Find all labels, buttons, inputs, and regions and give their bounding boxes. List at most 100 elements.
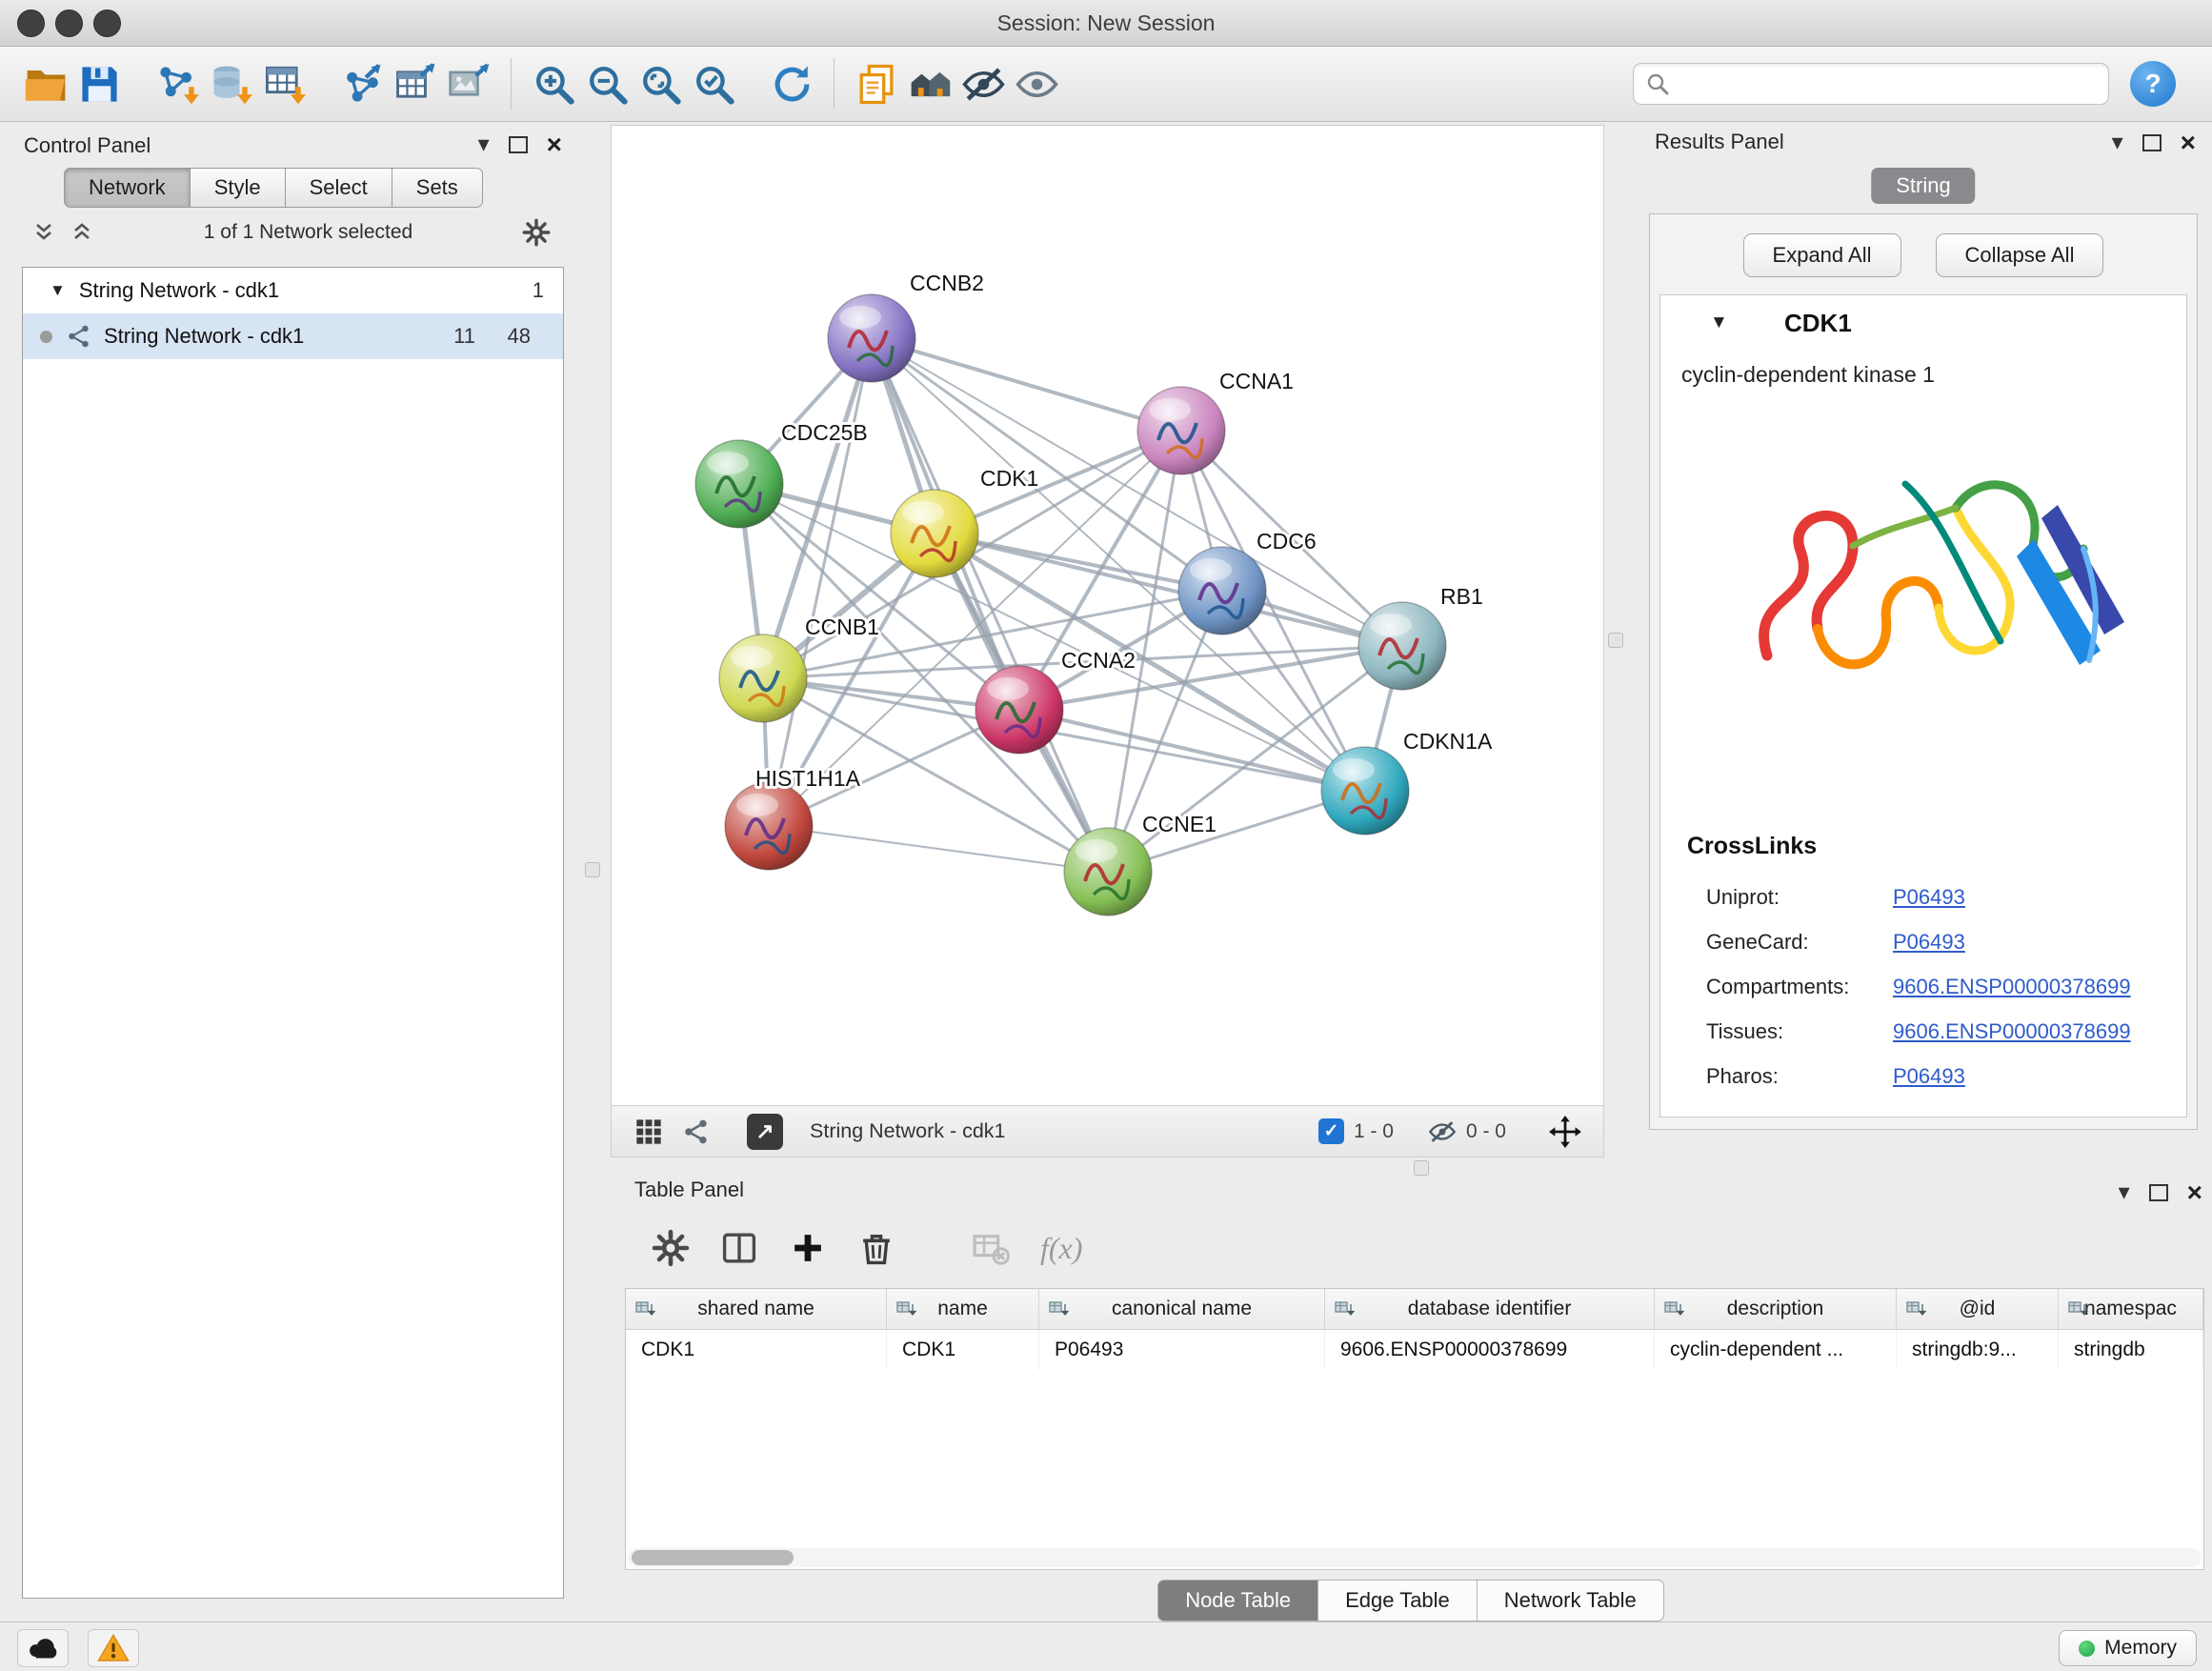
grid-view-icon[interactable] — [634, 1117, 663, 1146]
control-panel: Control Panel ▾ × Network Style Select S… — [14, 128, 572, 1602]
column-header-canonical-name[interactable]: canonical name — [1039, 1289, 1325, 1329]
tab-select[interactable]: Select — [286, 168, 392, 208]
cell-canonical-name[interactable]: P06493 — [1039, 1330, 1325, 1370]
export-image-button[interactable] — [442, 56, 495, 111]
tab-style[interactable]: Style — [191, 168, 286, 208]
refresh-view-button[interactable] — [765, 56, 818, 111]
panel-float-icon[interactable] — [2149, 1184, 2168, 1201]
import-network-file-button[interactable] — [151, 56, 204, 111]
results-panel-title: Results Panel — [1655, 130, 1784, 154]
crosslink-link[interactable]: 9606.ENSP00000378699 — [1893, 975, 2131, 999]
panel-close-icon[interactable]: × — [2187, 1179, 2202, 1206]
detach-view-button[interactable]: ↗ — [747, 1114, 783, 1150]
tab-network-table[interactable]: Network Table — [1478, 1580, 1664, 1621]
gear-icon[interactable] — [522, 218, 551, 247]
export-network-button[interactable] — [335, 56, 389, 111]
warnings-button[interactable] — [88, 1629, 139, 1667]
tab-string[interactable]: String — [1871, 168, 1975, 204]
network-node-CDKN1A[interactable]: CDKN1A — [1321, 729, 1493, 835]
pan-crosshair-icon[interactable] — [1548, 1115, 1582, 1149]
crosslink-link[interactable]: 9606.ENSP00000378699 — [1893, 1019, 2131, 1044]
tab-network[interactable]: Network — [64, 168, 191, 208]
crosslink-link[interactable]: P06493 — [1893, 930, 1965, 955]
cell-name[interactable]: CDK1 — [887, 1330, 1039, 1370]
panel-close-icon[interactable]: × — [2181, 130, 2196, 156]
network-node-HIST1H1A[interactable]: HIST1H1A — [725, 766, 861, 870]
first-neighbors-button[interactable] — [903, 56, 956, 111]
expand-all-button[interactable]: Expand All — [1743, 233, 1901, 277]
application-window: Session: New Session — [0, 0, 2212, 1671]
import-table-button[interactable] — [257, 56, 311, 111]
column-header-id[interactable]: @id — [1897, 1289, 2059, 1329]
column-header-namespace[interactable]: namespac — [2059, 1289, 2203, 1329]
network-canvas-area[interactable]: CCNB2CCNA1CDC25BCDK1CDC6RB1CCNB1CCNA2CDK… — [612, 126, 1603, 1105]
crosslink-row: Tissues: 9606.ENSP00000378699 — [1706, 1009, 2163, 1054]
network-node-CDK1[interactable]: CDK1 — [891, 466, 1038, 577]
show-all-button[interactable] — [1010, 56, 1063, 111]
help-button[interactable]: ? — [2130, 61, 2176, 107]
duplicate-network-button[interactable] — [850, 56, 903, 111]
network-row[interactable]: String Network - cdk1 11 48 — [23, 313, 563, 359]
network-node-CCNB1[interactable]: CCNB1 — [719, 614, 879, 722]
search-input[interactable] — [1678, 71, 2097, 96]
cell-id[interactable]: stringdb:9... — [1897, 1330, 2059, 1370]
open-session-button[interactable] — [19, 56, 72, 111]
network-edges[interactable] — [739, 338, 1402, 872]
network-node-CCNA1[interactable]: CCNA1 — [1137, 369, 1294, 474]
node-label-CDC25B: CDC25B — [781, 420, 868, 445]
cell-description[interactable]: cyclin-dependent ... — [1655, 1330, 1897, 1370]
save-session-button[interactable] — [72, 56, 126, 111]
zoom-in-button[interactable] — [527, 56, 580, 111]
network-node-RB1[interactable]: RB1 — [1358, 584, 1483, 690]
panel-close-icon[interactable]: × — [547, 131, 562, 158]
collapse-all-icon[interactable] — [31, 220, 56, 245]
zoom-selected-button[interactable] — [687, 56, 740, 111]
crosslink-link[interactable]: P06493 — [1893, 885, 1965, 910]
selected-nodes-checkbox[interactable]: ✓ — [1318, 1118, 1344, 1144]
export-table-button[interactable] — [389, 56, 442, 111]
right-splitter-handle[interactable] — [1608, 633, 1623, 648]
expand-all-icon[interactable] — [70, 220, 94, 245]
column-header-shared-name[interactable]: shared name — [626, 1289, 887, 1329]
panel-menu-icon[interactable]: ▾ — [2112, 131, 2123, 154]
table-row[interactable]: CDK1 CDK1 P06493 9606.ENSP00000378699 cy… — [626, 1330, 2203, 1370]
memory-button[interactable]: Memory — [2059, 1630, 2197, 1666]
crosslink-link[interactable]: P06493 — [1893, 1064, 1965, 1089]
hide-selected-button[interactable] — [956, 56, 1010, 111]
column-header-description[interactable]: description — [1655, 1289, 1897, 1329]
collapse-all-button[interactable]: Collapse All — [1936, 233, 2104, 277]
network-overview-icon[interactable] — [682, 1117, 711, 1146]
network-collection-row[interactable]: ▼ String Network - cdk1 1 — [23, 268, 563, 313]
cell-database-identifier[interactable]: 9606.ENSP00000378699 — [1325, 1330, 1655, 1370]
zoom-fit-button[interactable] — [633, 56, 687, 111]
tab-edge-table[interactable]: Edge Table — [1318, 1580, 1478, 1621]
scrollbar-thumb[interactable] — [632, 1550, 794, 1565]
panel-float-icon[interactable] — [509, 136, 528, 153]
import-network-database-button[interactable] — [204, 56, 257, 111]
panel-menu-icon[interactable]: ▾ — [2119, 1181, 2130, 1204]
table-settings-gear-icon[interactable] — [652, 1229, 690, 1267]
column-type-icon — [2067, 1299, 2088, 1319]
cloud-status-button[interactable] — [17, 1629, 69, 1667]
collapse-section-icon[interactable]: ▼ — [1710, 312, 1728, 333]
column-header-name[interactable]: name — [887, 1289, 1039, 1329]
show-columns-icon[interactable] — [720, 1229, 758, 1267]
network-canvas[interactable]: CCNB2CCNA1CDC25BCDK1CDC6RB1CCNB1CCNA2CDK… — [612, 126, 1603, 1105]
tree-expand-icon[interactable]: ▼ — [50, 281, 66, 300]
add-column-icon[interactable] — [789, 1229, 827, 1267]
bottom-splitter-handle[interactable] — [1414, 1160, 1429, 1176]
delete-column-trash-icon[interactable] — [857, 1229, 895, 1267]
tab-sets[interactable]: Sets — [392, 168, 483, 208]
cell-shared-name[interactable]: CDK1 — [626, 1330, 887, 1370]
eye-slash-icon — [961, 62, 1006, 107]
left-splitter-handle[interactable] — [585, 862, 600, 877]
panel-menu-icon[interactable]: ▾ — [478, 133, 490, 156]
column-header-database-identifier[interactable]: database identifier — [1325, 1289, 1655, 1329]
search-box[interactable] — [1633, 63, 2109, 105]
zoom-out-button[interactable] — [580, 56, 633, 111]
string-results-container: Expand All Collapse All ▼ CDK1 cyclin-de… — [1649, 213, 2198, 1130]
cell-namespace[interactable]: stringdb — [2059, 1330, 2203, 1370]
horizontal-scrollbar[interactable] — [628, 1548, 2202, 1567]
tab-node-table[interactable]: Node Table — [1157, 1580, 1318, 1621]
panel-float-icon[interactable] — [2142, 134, 2162, 151]
